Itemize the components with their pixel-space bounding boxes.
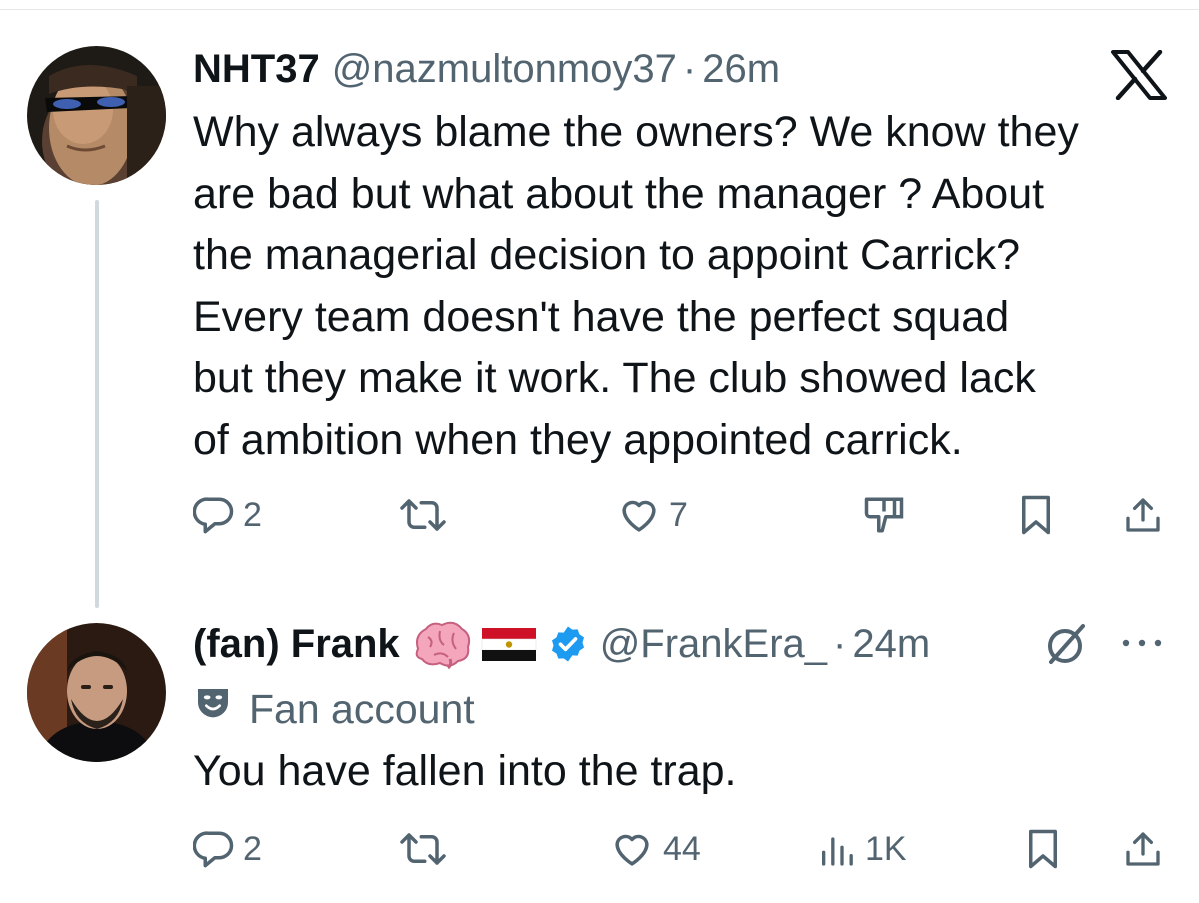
timestamp[interactable]: 26m xyxy=(702,47,780,92)
reply-icon xyxy=(193,828,235,870)
theater-mask-icon xyxy=(193,684,233,734)
thread-line xyxy=(95,200,99,608)
tweet-text: Why always blame the owners? We know the… xyxy=(193,102,1079,471)
share-button[interactable] xyxy=(1123,828,1163,870)
bookmark-button[interactable] xyxy=(1018,494,1054,536)
share-icon xyxy=(1123,494,1163,536)
retweet-button[interactable] xyxy=(398,828,448,870)
account-label: Fan account xyxy=(193,684,475,734)
like-icon xyxy=(609,828,655,870)
fan-account-label: Fan account xyxy=(249,685,475,732)
timestamp[interactable]: 24m xyxy=(852,622,930,667)
tweet-text: You have fallen into the trap. xyxy=(193,741,736,803)
reply-button[interactable]: 2 xyxy=(193,494,262,536)
tweet2-action-bar: 2 44 1K xyxy=(193,828,1168,880)
tweet-text-line: of ambition when they appointed carrick. xyxy=(193,415,963,464)
like-icon xyxy=(617,494,661,536)
share-icon xyxy=(1123,828,1163,870)
tweet-text-line: Why always blame the owners? We know the… xyxy=(193,108,1079,156)
grok-icon[interactable] xyxy=(1043,620,1091,673)
like-button[interactable]: 7 xyxy=(617,494,688,536)
dislike-button[interactable] xyxy=(860,494,908,536)
username[interactable]: @FrankEra_ xyxy=(600,622,827,667)
verified-badge-icon xyxy=(548,624,588,664)
views-button[interactable]: 1K xyxy=(817,828,907,870)
display-name[interactable]: NHT37 xyxy=(193,47,320,92)
x-logo-icon xyxy=(1110,49,1168,105)
reply-count: 2 xyxy=(243,495,262,534)
tweet1-header: NHT37 @nazmultonmoy37 · 26m xyxy=(193,44,780,94)
flag-egypt-icon xyxy=(480,624,538,664)
share-button[interactable] xyxy=(1123,494,1163,536)
avatar[interactable] xyxy=(27,623,166,762)
views-icon xyxy=(817,828,857,870)
brain-emoji-icon xyxy=(410,619,474,669)
separator-dot: · xyxy=(682,46,697,91)
separator-dot: · xyxy=(833,621,847,666)
views-count: 1K xyxy=(865,829,907,868)
reply-count: 2 xyxy=(243,829,262,868)
retweet-icon xyxy=(398,828,448,870)
tweet2-header: (fan) Frank @FrankEra_ · 24m xyxy=(193,618,930,670)
retweet-button[interactable] xyxy=(398,494,448,536)
bookmark-icon xyxy=(1018,494,1054,536)
retweet-icon xyxy=(398,494,448,536)
like-button[interactable]: 44 xyxy=(609,828,701,870)
avatar[interactable] xyxy=(27,46,166,185)
tweet1-action-bar: 2 7 xyxy=(193,494,1168,546)
like-count: 44 xyxy=(663,829,701,868)
bookmark-icon xyxy=(1025,828,1061,870)
tweet-text-line: are bad but what about the manager ? Abo… xyxy=(193,169,1045,218)
username[interactable]: @nazmultonmoy37 xyxy=(332,47,677,92)
like-count: 7 xyxy=(669,495,688,534)
tweet-text-line: the managerial decision to appoint Carri… xyxy=(193,231,1021,279)
tweet-text-line: You have fallen into the trap. xyxy=(193,747,737,795)
display-name[interactable]: (fan) Frank xyxy=(193,622,400,667)
dislike-icon xyxy=(860,494,908,536)
top-divider xyxy=(0,9,1199,10)
tweet-text-line: Every team doesn't have the perfect squa… xyxy=(193,292,1010,341)
bookmark-button[interactable] xyxy=(1025,828,1061,870)
reply-button[interactable]: 2 xyxy=(193,828,262,870)
tweet-text-line: but they make it work. The club showed l… xyxy=(193,354,1036,402)
more-options-icon[interactable] xyxy=(1118,635,1166,656)
reply-icon xyxy=(193,494,235,536)
